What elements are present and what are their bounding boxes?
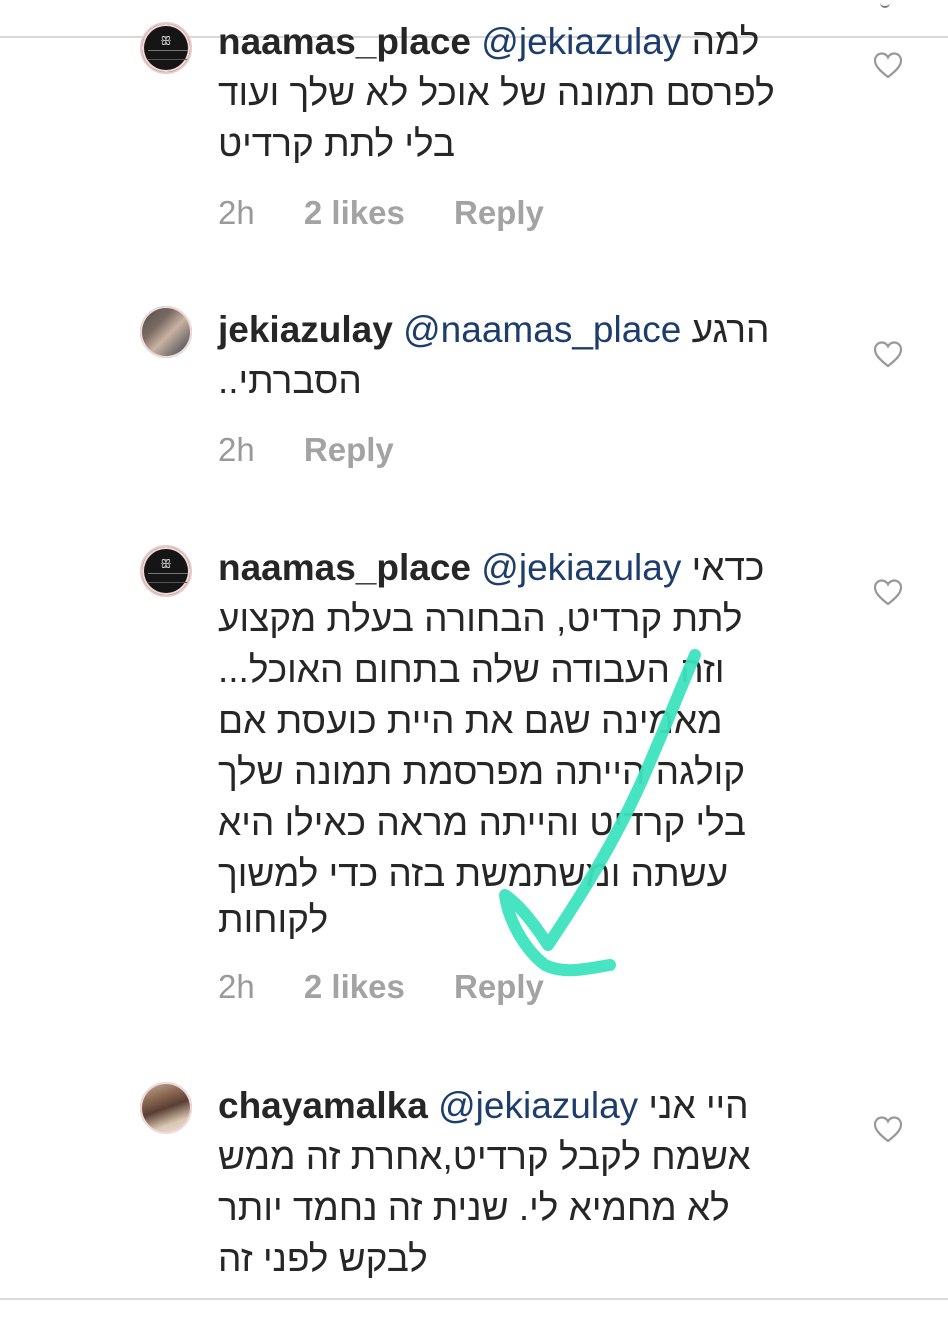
comment-username[interactable]: naamas_place bbox=[218, 547, 471, 588]
comment-first-line: naamas_place @jekiazulay למה bbox=[218, 16, 816, 67]
comment-line: הסברתי.. bbox=[218, 360, 362, 401]
logo-icon: ꕥ bbox=[160, 557, 172, 571]
comment-line: לפרסם תמונה של אוכל לא שלך ועוד bbox=[218, 72, 775, 113]
comment-meta: 2h Reply bbox=[218, 431, 434, 469]
comment-username[interactable]: chayamalka bbox=[218, 1085, 428, 1126]
comment-line: לא מחמיא לי. שנית זה נחמד יותר bbox=[218, 1187, 730, 1228]
comment-username[interactable]: naamas_place bbox=[218, 21, 471, 62]
likes-link[interactable]: 2 likes bbox=[304, 968, 405, 1005]
comment-text: chayamalka @jekiazulay היי אני אשמח לקבל… bbox=[218, 1080, 816, 1284]
comment-line: עשתה ומשתמשת בזה כדי למשוך bbox=[218, 853, 729, 894]
avatar-jekiazulay[interactable] bbox=[140, 306, 192, 358]
comment-first-text: למה bbox=[691, 21, 760, 62]
avatar-naamas-place[interactable]: ꕥ bbox=[140, 545, 192, 597]
comment-mention[interactable]: @naamas_place bbox=[403, 309, 681, 350]
comment-first-text: כדאי bbox=[691, 547, 765, 588]
comment-text: jekiazulay @naamas_place הרגע הסברתי.. bbox=[218, 304, 816, 406]
likes-link[interactable]: 2 likes bbox=[304, 194, 405, 231]
bottom-divider bbox=[0, 1298, 948, 1300]
top-bar-edge bbox=[880, 0, 890, 8]
heart-outline-icon[interactable] bbox=[872, 50, 904, 80]
comment-line: בלי קרדיט והייתה מראה כאילו היא bbox=[218, 802, 747, 843]
logo-wordmark bbox=[148, 50, 188, 60]
comment-line: קולגה הייתה מפרסמת תמונה שלך bbox=[218, 751, 746, 792]
comment-first-line: jekiazulay @naamas_place הרגע bbox=[218, 304, 816, 355]
comment-line: מאמינה שגם את היית כועסת אם bbox=[218, 700, 723, 741]
comment-first-line: naamas_place @jekiazulay כדאי bbox=[218, 542, 816, 593]
heart-outline-icon[interactable] bbox=[872, 339, 904, 369]
comment-username[interactable]: jekiazulay bbox=[218, 309, 393, 350]
comment-first-line: chayamalka @jekiazulay היי אני bbox=[218, 1080, 816, 1131]
comment-mention[interactable]: @jekiazulay bbox=[481, 547, 681, 588]
avatar-chayamalka[interactable] bbox=[140, 1082, 192, 1134]
reply-button[interactable]: Reply bbox=[454, 968, 544, 1005]
comment-line: לבקש לפני זה bbox=[218, 1238, 428, 1279]
comment-mention[interactable]: @jekiazulay bbox=[438, 1085, 638, 1126]
comment-line: אשמח לקבל קרדיט,אחרת זה ממש bbox=[218, 1136, 751, 1177]
comment-line: וזה העבודה שלה בתחום האוכל... bbox=[218, 649, 725, 690]
comment-text: naamas_place @jekiazulay כדאי לתת קרדיט,… bbox=[218, 542, 816, 941]
logo-wordmark bbox=[148, 573, 188, 583]
comment-time: 2h bbox=[218, 194, 255, 231]
logo-icon: ꕥ bbox=[160, 34, 172, 48]
avatar-naamas-place[interactable]: ꕥ bbox=[140, 22, 192, 74]
comment-text: naamas_place @jekiazulay למה לפרסם תמונה… bbox=[218, 16, 816, 169]
comment-meta: 2h 2 likes Reply bbox=[218, 968, 584, 1006]
comment-line: לתת קרדיט, הבחורה בעלת מקצוע bbox=[218, 598, 743, 639]
reply-button[interactable]: Reply bbox=[454, 194, 544, 231]
comment-time: 2h bbox=[218, 968, 255, 1005]
comment-meta: 2h 2 likes Reply bbox=[218, 194, 584, 232]
comment-line: בלי לתת קרדיט bbox=[218, 123, 456, 164]
heart-outline-icon[interactable] bbox=[872, 1114, 904, 1144]
comment-first-text: הרגע bbox=[691, 309, 770, 350]
comment-time: 2h bbox=[218, 431, 255, 468]
comment-line: לקוחות bbox=[218, 899, 329, 940]
reply-button[interactable]: Reply bbox=[304, 431, 394, 468]
heart-outline-icon[interactable] bbox=[872, 577, 904, 607]
comment-first-text: היי אני bbox=[648, 1085, 749, 1126]
comment-mention[interactable]: @jekiazulay bbox=[481, 21, 681, 62]
